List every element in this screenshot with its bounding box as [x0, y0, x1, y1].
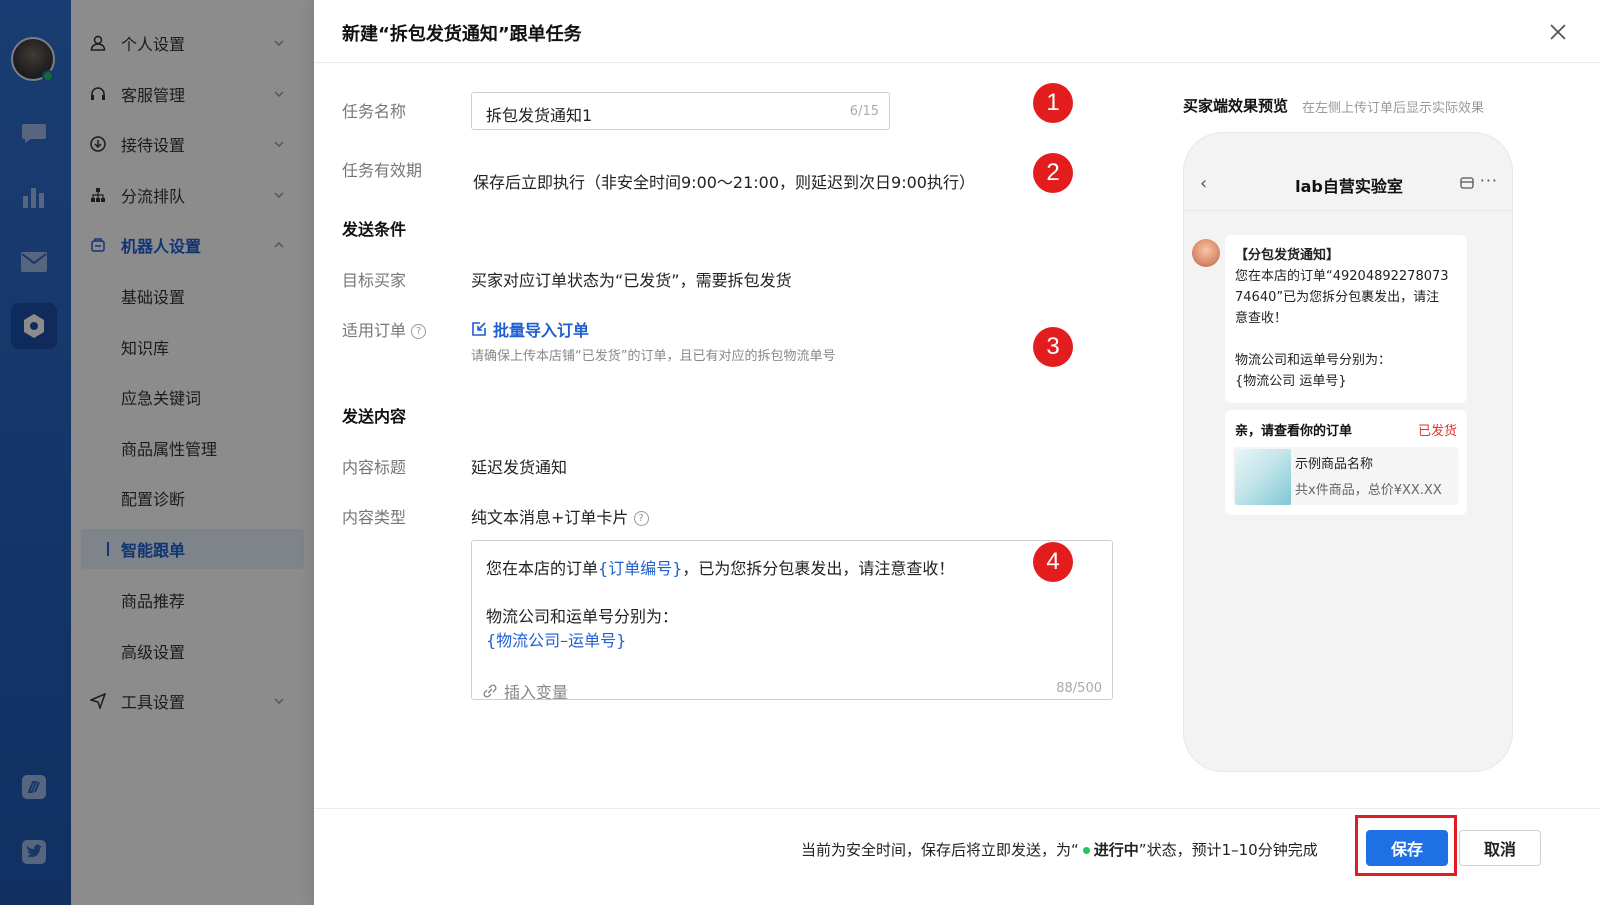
preview-subtitle: 在左侧上传订单后显示实际效果	[1302, 101, 1485, 116]
preview-title: 买家端效果预览	[1183, 97, 1289, 115]
product-name: 示例商品名称	[1295, 457, 1374, 472]
bot-avatar	[1192, 239, 1220, 267]
content-type-text: 纯文本消息+订单卡片	[471, 508, 629, 527]
content-text: 您在本店的订单	[486, 559, 599, 578]
content-text: ，已为您拆分包裹发出，请注意查收！	[682, 559, 955, 578]
message-bubble: 【分包发货通知】 您在本店的订单“49204892278073 74640”已为…	[1225, 235, 1467, 403]
phone-preview: ‹ lab自营实验室 ··· 【分包发货通知】 您在本店的订单“49204892…	[1183, 132, 1513, 772]
import-icon	[472, 322, 486, 336]
status-label: 进行中	[1093, 841, 1139, 859]
task-name-input[interactable]: 拆包发货通知1 6/15	[471, 92, 890, 130]
bubble-line: 您在本店的订单“49204892278073	[1235, 269, 1449, 284]
store-icon	[1460, 177, 1474, 189]
task-name-value: 拆包发货通知1	[486, 106, 593, 125]
content-title-label: 内容标题	[342, 458, 407, 477]
drawer-header: 新建“拆包发货通知”跟单任务	[314, 0, 1600, 63]
product-image	[1235, 449, 1291, 505]
drawer-footer: 当前为安全时间，保存后将立即发送，为“ 进行中”状态，预计1–10分钟完成 保存 …	[314, 808, 1600, 890]
content-type-value: 纯文本消息+订单卡片 ?	[471, 504, 649, 528]
bubble-title: 【分包发货通知】	[1235, 248, 1340, 263]
import-hint: 请确保上传本店铺“已发货”的订单，且已有对应的拆包物流单号	[471, 349, 836, 364]
close-icon[interactable]	[1548, 22, 1568, 42]
content-line-2: 物流公司和运单号分别为：	[486, 607, 679, 626]
content-editor[interactable]: 您在本店的订单{订单编号}，已为您拆分包裹发出，请注意查收！ 物流公司和运单号分…	[471, 540, 1113, 703]
status-dot	[1082, 847, 1090, 854]
product-row: 示例商品名称 共x件商品，总价¥XX.XX	[1233, 447, 1459, 505]
marker-2: 2	[1033, 153, 1073, 193]
validity-label: 任务有效期	[342, 161, 423, 180]
task-name-label: 任务名称	[342, 102, 407, 121]
marker-4: 4	[1033, 542, 1073, 582]
help-icon[interactable]: ?	[633, 511, 649, 526]
order-label-text: 适用订单	[342, 321, 407, 340]
order-status-badge: 已发货	[1417, 424, 1457, 439]
cancel-button[interactable]: 取消	[1459, 830, 1541, 866]
content-count: 88/500	[1056, 681, 1102, 696]
marker-3: 3	[1033, 327, 1073, 367]
footer-text: 当前为安全时间，保存后将立即发送，为“	[801, 841, 1079, 859]
validity-value: 保存后立即执行（非安全时间9:00～21:00，则延迟到次日9:00执行）	[473, 173, 975, 192]
content-title-value: 延迟发货通知	[471, 458, 568, 477]
link-icon	[483, 684, 497, 698]
bubble-line: 74640”已为您拆分包裹发出，请注	[1235, 290, 1440, 305]
order-card: 亲，请查看你的订单 已发货 示例商品名称 共x件商品，总价¥XX.XX	[1225, 410, 1467, 515]
bubble-line: 物流公司和运单号分别为：	[1235, 353, 1392, 368]
target-buyer-value: 买家对应订单状态为“已发货”，需要拆包发货	[471, 271, 792, 290]
import-orders-link[interactable]: 批量导入订单	[471, 317, 589, 341]
help-icon[interactable]: ?	[411, 324, 427, 339]
order-card-title: 亲，请查看你的订单	[1235, 424, 1353, 439]
order-label: 适用订单 ?	[342, 317, 427, 341]
footer-text: ”状态，预计1–10分钟完成	[1138, 841, 1318, 859]
variable-logistics[interactable]: {物流公司–运单号}	[486, 627, 626, 651]
send-content-title: 发送内容	[342, 407, 407, 426]
product-summary: 共x件商品，总价¥XX.XX	[1295, 483, 1442, 498]
save-button[interactable]: 保存	[1366, 830, 1448, 866]
insert-variable-button[interactable]: 插入变量	[482, 679, 568, 703]
phone-header: ‹ lab自营实验室 ···	[1184, 133, 1512, 211]
task-name-count: 6/15	[849, 104, 879, 119]
footer-message: 当前为安全时间，保存后将立即发送，为“ 进行中”状态，预计1–10分钟完成	[801, 839, 1318, 860]
insert-variable-label: 插入变量	[504, 683, 569, 702]
marker-1: 1	[1033, 83, 1073, 123]
variable-order-id[interactable]: {订单编号}	[598, 559, 682, 578]
task-drawer: 新建“拆包发货通知”跟单任务 任务名称 拆包发货通知1 6/15 任务有效期 保…	[314, 0, 1600, 905]
target-buyer-label: 目标买家	[342, 271, 407, 290]
bubble-line: 意查收！	[1235, 311, 1288, 326]
send-condition-title: 发送条件	[342, 220, 407, 239]
drawer-title: 新建“拆包发货通知”跟单任务	[342, 24, 582, 45]
modal-overlay[interactable]	[0, 0, 314, 905]
more-icon: ···	[1479, 171, 1498, 190]
content-type-label: 内容类型	[342, 508, 407, 527]
bubble-line: {物流公司 运单号}	[1235, 374, 1347, 389]
import-orders-label: 批量导入订单	[493, 321, 590, 340]
content-line-1: 您在本店的订单{订单编号}，已为您拆分包裹发出，请注意查收！	[486, 555, 954, 579]
